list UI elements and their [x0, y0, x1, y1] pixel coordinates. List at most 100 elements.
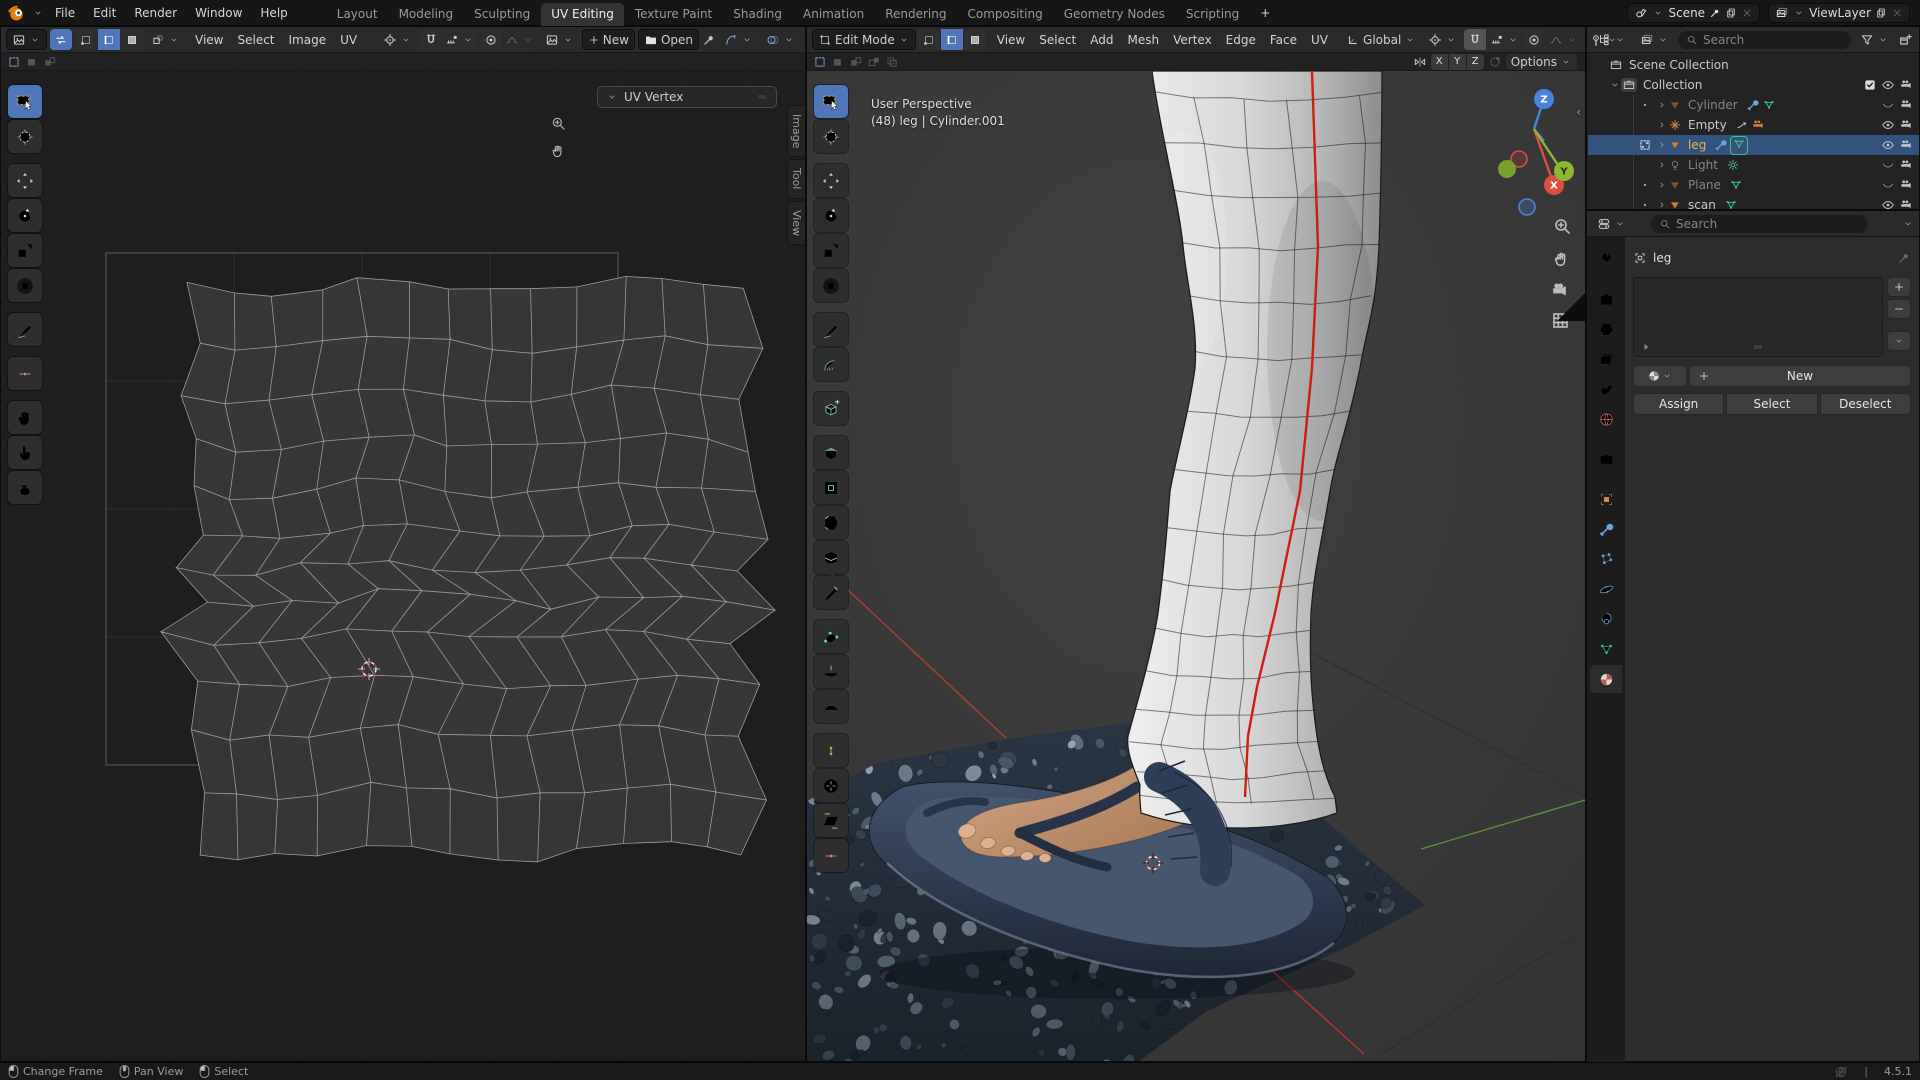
menu-help[interactable]: Help [251, 4, 296, 22]
tab-particles[interactable] [1590, 545, 1622, 573]
editor-type-button[interactable] [6, 29, 47, 50]
workspace-tab-animation[interactable]: Animation [793, 3, 874, 26]
blender-logo-icon[interactable] [6, 3, 26, 23]
properties-search-input[interactable]: Search [1651, 215, 1868, 233]
tab-tool[interactable] [1590, 245, 1622, 273]
uv-move-tool[interactable] [8, 164, 42, 197]
workspace-tab-uv-editing[interactable]: UV Editing [541, 3, 624, 26]
pin-icon[interactable] [1897, 251, 1911, 265]
tab-view-layer[interactable] [1590, 345, 1622, 373]
vp-bevel-tool[interactable] [814, 506, 848, 539]
workspace-tab-compositing[interactable]: Compositing [957, 3, 1052, 26]
drag-grip-icon[interactable] [1752, 341, 1764, 353]
tab-output[interactable] [1590, 315, 1622, 343]
tab-object-data[interactable] [1590, 635, 1622, 663]
viewport-canvas[interactable]: Z X Y [807, 71, 1585, 1061]
vp-knife-tool[interactable] [814, 576, 848, 609]
tab-collection[interactable] [1590, 445, 1622, 473]
chevron-down-icon[interactable] [1902, 218, 1914, 230]
uv-cursor-2d-tool[interactable] [8, 120, 42, 153]
workspace-tab-sculpting[interactable]: Sculpting [464, 3, 540, 26]
tab-physics[interactable] [1590, 575, 1622, 603]
assign-button[interactable]: Assign [1633, 393, 1724, 415]
uv-pinch-tool[interactable] [8, 471, 42, 504]
tab-object[interactable] [1590, 485, 1622, 513]
camera-render[interactable] [1899, 198, 1913, 210]
menu-window[interactable]: Window [186, 4, 251, 22]
vp-cursor-3d-tool[interactable] [814, 120, 848, 153]
deselect-button[interactable]: Deselect [1820, 393, 1911, 415]
workspace-tab-scripting[interactable]: Scripting [1176, 3, 1249, 26]
vp-transform-tool[interactable] [814, 269, 848, 302]
snap-target-dropdown[interactable] [443, 29, 477, 50]
eye-closed[interactable] [1881, 178, 1895, 192]
proportional-falloff-dropdown[interactable] [503, 29, 537, 50]
camera-render[interactable] [1899, 178, 1913, 192]
viewport-menu-uv[interactable]: UV [1304, 31, 1335, 49]
outliner-row-collection[interactable]: Collection [1587, 75, 1919, 95]
select-intersect-icon[interactable] [885, 55, 899, 69]
select-new-icon[interactable] [831, 55, 845, 69]
uv-image-dropdown[interactable] [540, 29, 579, 50]
expand-arrow-icon[interactable] [1640, 341, 1652, 353]
tab-render[interactable] [1590, 285, 1622, 313]
uv-rotate-tool[interactable] [8, 199, 42, 232]
uv-grab-tool[interactable] [8, 401, 42, 434]
snap-toggle[interactable] [1464, 29, 1486, 50]
uv-annotate-tool[interactable] [8, 313, 42, 346]
sidebar-collapse-arrow[interactable]: ‹ [1576, 105, 1581, 119]
face-select-button[interactable] [964, 29, 986, 50]
camera-render[interactable] [1899, 98, 1913, 112]
pivot-point-dropdown[interactable] [1423, 29, 1462, 50]
camera-render[interactable] [1899, 78, 1913, 92]
select-subtract-icon[interactable] [867, 55, 881, 69]
tab-modifiers[interactable] [1590, 515, 1622, 543]
viewport-menu-vertex[interactable]: Vertex [1166, 31, 1219, 49]
uv-scale-tool[interactable] [8, 234, 42, 267]
outliner-row-cylinder[interactable]: Cylinder [1588, 95, 1919, 115]
workspace-tab-rendering[interactable]: Rendering [875, 3, 956, 26]
vp-spin-tool[interactable] [814, 655, 848, 688]
viewport-menu-mesh[interactable]: Mesh [1121, 31, 1167, 49]
material-specials-menu[interactable] [1887, 331, 1911, 351]
mirror-axis-y[interactable]: Y [1449, 54, 1466, 70]
viewport-menu-select[interactable]: Select [1032, 31, 1083, 49]
outliner-row-leg[interactable]: leg [1588, 135, 1919, 155]
visibility-dropdown[interactable] [1584, 29, 1623, 50]
camera-render[interactable] [1899, 138, 1913, 152]
uv-select-face-button[interactable] [121, 29, 143, 50]
add-material-slot-button[interactable] [1887, 277, 1911, 297]
camera-render[interactable] [1899, 158, 1913, 172]
vp-select-box-tool[interactable] [814, 85, 848, 118]
uv-tweak-select-tool[interactable] [8, 85, 42, 118]
image-new-button[interactable]: New [582, 29, 635, 50]
uv-relax-tool[interactable] [8, 436, 42, 469]
vertex-select-button[interactable] [918, 29, 940, 50]
vp-extrude-region-tool[interactable] [814, 436, 848, 469]
uv-pivot-dropdown[interactable] [378, 29, 417, 50]
uv-menu-select[interactable]: Select [230, 31, 281, 49]
vp-poly-build-tool[interactable] [814, 620, 848, 653]
outliner-row-empty[interactable]: Empty [1588, 115, 1919, 135]
copy-icon[interactable] [1875, 7, 1887, 19]
remove-material-slot-button[interactable] [1887, 299, 1911, 319]
active-tool-box-icon[interactable] [813, 55, 827, 69]
uv-sidebar-tab-tool[interactable]: Tool [787, 159, 805, 198]
select-new-icon[interactable] [25, 55, 39, 69]
eye-open[interactable] [1881, 198, 1895, 210]
uv-menu-image[interactable]: Image [282, 31, 334, 49]
edge-select-button[interactable] [941, 29, 963, 50]
image-open-button[interactable]: Open [638, 29, 699, 50]
vp-edge-slide-tool[interactable] [814, 734, 848, 767]
pin-icon[interactable] [702, 33, 716, 47]
gizmos-dropdown[interactable] [719, 29, 758, 50]
material-slot-list[interactable] [1633, 277, 1883, 357]
select-extend-icon[interactable] [849, 55, 863, 69]
vp-annotate-tool[interactable] [814, 313, 848, 346]
vp-smooth-tool[interactable] [814, 690, 848, 723]
outliner-row-scan[interactable]: scan [1588, 195, 1919, 210]
uv-transform-tool[interactable] [8, 269, 42, 302]
viewport-menu-edge[interactable]: Edge [1219, 31, 1263, 49]
uv-menu-uv[interactable]: UV [333, 31, 364, 49]
vp-shrink-fatten-tool[interactable] [814, 769, 848, 802]
